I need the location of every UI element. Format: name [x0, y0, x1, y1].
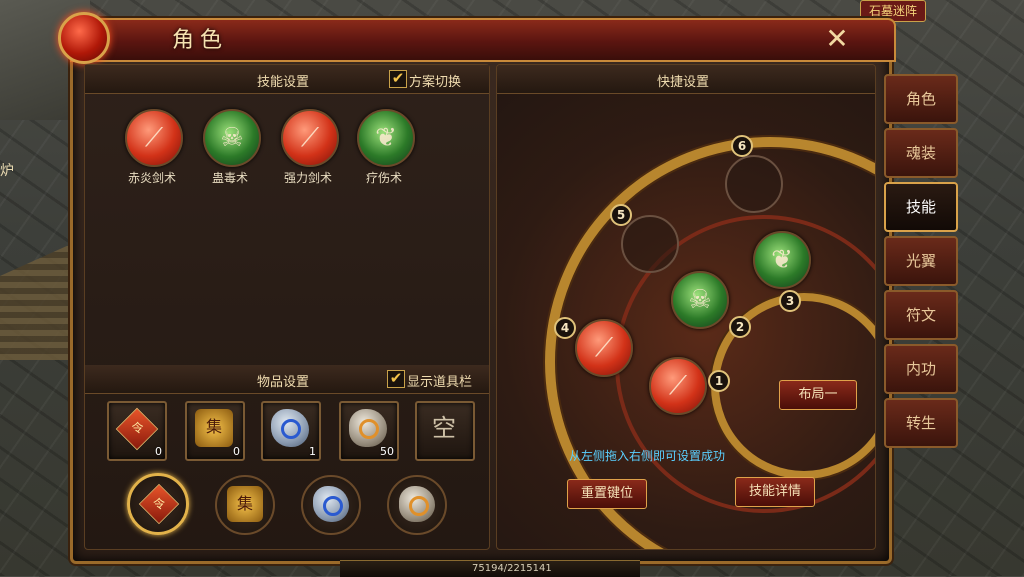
slot-number-badge: 3: [779, 290, 801, 312]
skill-fire-sword-icon[interactable]: ⟋: [125, 109, 183, 167]
item-slot[interactable]: 集 0: [185, 401, 245, 461]
shortcut-section-header: 快捷设置: [497, 65, 875, 94]
shortcut-slot-2-poison-skull-icon[interactable]: ☠: [671, 271, 729, 329]
blue-stone-icon: [313, 486, 349, 522]
slot-number-badge: 1: [708, 370, 730, 392]
drag-hint-text: 从左侧拖入右侧即可设置成功: [569, 449, 726, 463]
items-section-title: 物品设置: [257, 375, 310, 390]
scheme-switch-checkbox[interactable]: ✔: [389, 70, 407, 88]
tab-light-wings[interactable]: 光翼: [884, 236, 958, 286]
settings-panel: 技能设置 ✔ 方案切换 ⟋ 赤炎剑术 ☠ 蛊毒术 ⟋ 强力剑术 ❦ 疗伤术 物品…: [84, 64, 490, 550]
shortcut-slot-4-fire-sword-icon[interactable]: ⟋: [575, 319, 633, 377]
skill-label: 强力剑术: [283, 171, 332, 185]
skill-poison-skull-icon[interactable]: ☠: [203, 109, 261, 167]
skills-section-header: 技能设置 ✔ 方案切换: [85, 65, 489, 94]
gold-stone-icon: [399, 486, 435, 522]
skills-section-title: 技能设置: [257, 75, 310, 90]
collect-icon: 集: [195, 409, 233, 447]
shortcut-panel: 快捷设置 6 5 ⟋ 4 ⟋ 1 ☠ 2 ❦ 3 布局一 从左侧拖入右侧即可设置…: [496, 64, 876, 550]
item-slot[interactable]: 令 0: [107, 401, 167, 461]
show-itembar-checkbox[interactable]: ✔: [387, 370, 405, 388]
shortcut-slot-6[interactable]: [725, 155, 783, 213]
close-icon[interactable]: ✕: [820, 24, 854, 54]
item-slot[interactable]: 1: [261, 401, 321, 461]
tab-rebirth[interactable]: 转生: [884, 398, 958, 448]
collect-icon: 集: [227, 486, 263, 522]
quick-item-slot[interactable]: 令: [127, 473, 189, 535]
slot-number-badge: 4: [554, 317, 576, 339]
quick-item-slot[interactable]: [301, 475, 361, 535]
reset-keys-button[interactable]: 重置键位: [567, 479, 647, 509]
item-slot-empty[interactable]: 空: [415, 401, 475, 461]
blue-stone-icon: [271, 409, 309, 447]
token-icon: 令: [115, 407, 159, 451]
shortcut-slot-5[interactable]: [621, 215, 679, 273]
furnace-sign: 炉: [0, 163, 14, 179]
skill-power-sword-icon[interactable]: ⟋: [281, 109, 339, 167]
quick-item-slot[interactable]: 集: [215, 475, 275, 535]
skill-heal-leaf-icon[interactable]: ❦: [357, 109, 415, 167]
gold-stone-icon: [349, 409, 387, 447]
shortcut-slot-1-power-sword-icon[interactable]: ⟋: [649, 357, 707, 415]
empty-icon: 空: [432, 414, 456, 442]
layout-one-button[interactable]: 布局一: [779, 380, 857, 410]
item-slot[interactable]: 50: [339, 401, 399, 461]
shortcut-section-title: 快捷设置: [657, 75, 710, 90]
item-count: 0: [155, 445, 162, 458]
slot-number-badge: 2: [729, 316, 751, 338]
item-count: 1: [309, 445, 316, 458]
title-orb-icon: [58, 12, 110, 64]
skill-details-button[interactable]: 技能详情: [735, 477, 815, 507]
tab-character[interactable]: 角色: [884, 74, 958, 124]
background-pagoda: [0, 240, 80, 360]
slot-number-badge: 5: [610, 204, 632, 226]
item-count: 50: [380, 445, 394, 458]
show-itembar-label: 显示道具栏: [407, 375, 473, 390]
exp-readout: 75194/2215141: [472, 563, 552, 574]
scheme-switch-label: 方案切换: [409, 75, 462, 90]
item-count: 0: [233, 445, 240, 458]
items-section-header: 物品设置 ✔ 显示道具栏: [85, 365, 489, 394]
shortcut-slot-3-heal-leaf-icon[interactable]: ❦: [753, 231, 811, 289]
slot-number-badge: 6: [731, 135, 753, 157]
tab-soul-gear[interactable]: 魂装: [884, 128, 958, 178]
token-icon: 令: [138, 483, 180, 525]
tab-skills[interactable]: 技能: [884, 182, 958, 232]
quick-item-slot[interactable]: [387, 475, 447, 535]
skill-label: 蛊毒术: [211, 171, 248, 185]
skill-label: 疗伤术: [365, 171, 402, 185]
window-title: 角色: [172, 28, 229, 53]
tab-inner-power[interactable]: 内功: [884, 344, 958, 394]
tab-runes[interactable]: 符文: [884, 290, 958, 340]
skill-label: 赤炎剑术: [127, 171, 176, 185]
